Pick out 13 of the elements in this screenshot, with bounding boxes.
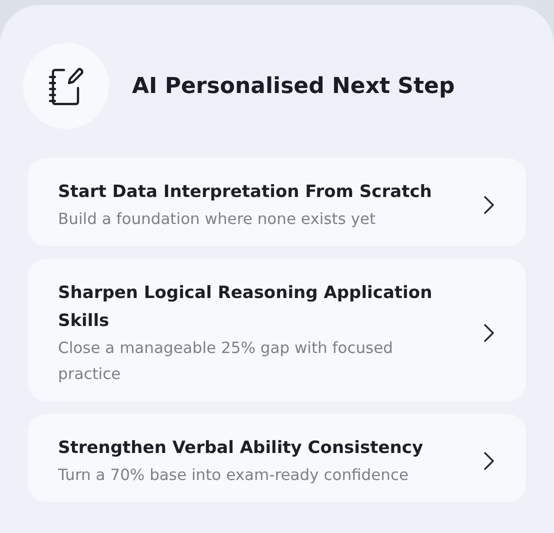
- section-title: AI Personalised Next Step: [132, 74, 455, 98]
- next-step-card[interactable]: Strengthen Verbal Ability Consistency Turn a 70% base into exam-ready confidence: [28, 414, 526, 502]
- step-title: Strengthen Verbal Ability Consistency: [58, 437, 424, 460]
- step-title: Start Data Interpretation From Scratch: [58, 181, 433, 204]
- next-step-card[interactable]: Start Data Interpretation From Scratch Build a foundation where none exists yet: [28, 158, 526, 246]
- step-subtitle: Build a foundation where none exists yet: [58, 209, 377, 230]
- chevron-right-icon: [484, 324, 494, 342]
- chevron-right-icon: [484, 452, 494, 470]
- step-subtitle: Close a manageable 25% gap with focused practice: [58, 338, 394, 385]
- chevron-right-icon: [484, 196, 494, 214]
- next-step-card[interactable]: Sharpen Logical Reasoning Application Skills Close a manageable 25% gap with focused practice: [28, 259, 526, 401]
- step-subtitle: Turn a 70% base into exam-ready confidence: [58, 465, 410, 486]
- step-title: Sharpen Logical Reasoning Application Skills: [58, 282, 434, 333]
